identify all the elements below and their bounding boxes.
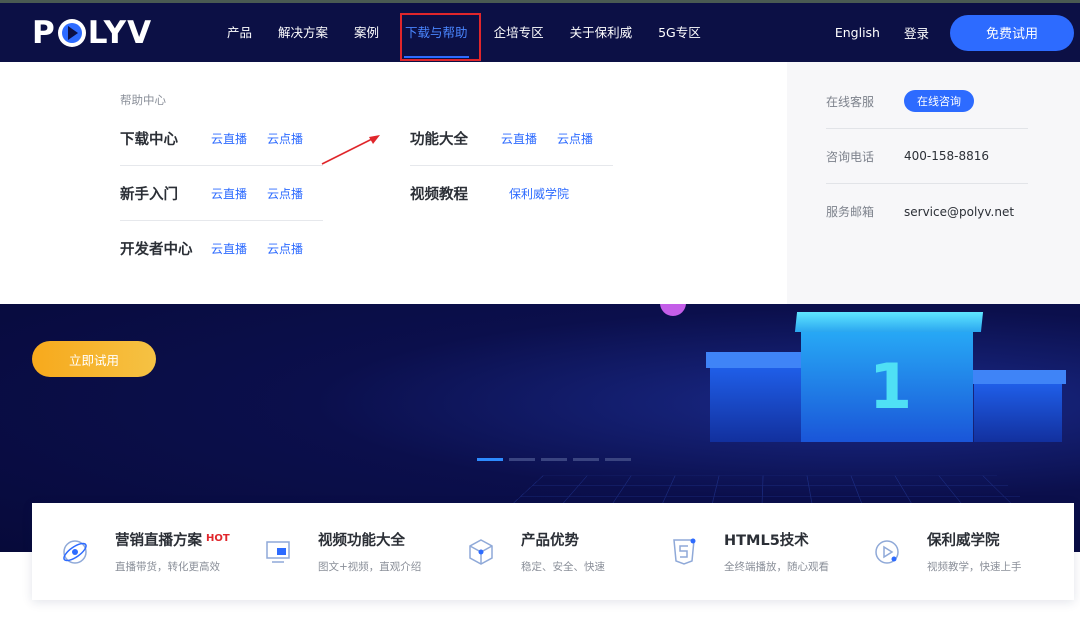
dropdown-row-developer-center: 开发者中心 云直播 云点播 — [120, 221, 323, 276]
dropdown-row-features: 功能大全 云直播 云点播 — [410, 111, 613, 166]
feature-desc: 直播带货，转化更高效 — [115, 561, 220, 573]
feature-title: 产品优势 — [521, 533, 579, 549]
logo-letter-p: P — [32, 15, 56, 51]
nav-item-products[interactable]: 产品 — [214, 3, 265, 62]
podium-center-top — [794, 312, 984, 332]
nav-item-enterprise-training[interactable]: 企培专区 — [481, 3, 557, 62]
html5-icon — [673, 538, 696, 565]
live-marketing-icon — [63, 539, 87, 564]
feature-title: 营销直播方案 — [115, 533, 202, 549]
carousel-dot[interactable] — [605, 458, 631, 461]
carousel-dot[interactable] — [541, 458, 567, 461]
cube-icon — [469, 538, 493, 565]
free-trial-button[interactable]: 免费试用 — [950, 14, 1074, 51]
logo-wordmark: P LYV — [32, 15, 152, 51]
monitor-icon — [266, 540, 290, 563]
nav-right-actions: English 登录 免费试用 — [835, 3, 1080, 62]
dropdown-link-cloud-vod[interactable]: 云点播 — [557, 130, 593, 147]
carousel-dot[interactable] — [477, 458, 503, 461]
carousel-dot[interactable] — [573, 458, 599, 461]
feature-desc: 视频教学，快速上手 — [927, 561, 1022, 573]
carousel-indicators — [477, 458, 637, 461]
dropdown-row-video-tutorials: 视频教程 保利威学院 — [410, 166, 613, 221]
dropdown-title[interactable]: 视频教程 — [410, 183, 509, 204]
feature-html5[interactable]: HTML5技术 全终端播放，随心观看 — [669, 503, 829, 600]
dropdown-heading: 帮助中心 — [120, 93, 166, 107]
annotation-arrow-icon — [321, 135, 380, 165]
logo-letters-lyv: LYV — [87, 15, 153, 51]
online-consult-button[interactable]: 在线咨询 — [904, 90, 974, 112]
language-switch[interactable]: English — [835, 25, 880, 40]
contact-label: 咨询电话 — [826, 149, 875, 164]
feature-video-functions[interactable]: 视频功能大全 图文+视频，直观介绍 — [263, 503, 421, 600]
contact-email-value: service@polyv.net — [904, 204, 1015, 219]
feature-product-advantages[interactable]: 产品优势 稳定、安全、快速 — [466, 503, 605, 600]
feature-title: HTML5技术 — [724, 533, 809, 549]
hot-badge: HOT — [206, 533, 230, 544]
podium-left-top — [706, 352, 802, 368]
dropdown-link-cloud-vod[interactable]: 云点播 — [267, 130, 303, 147]
play-circle-icon — [875, 539, 899, 564]
nav-item-5g[interactable]: 5G专区 — [645, 3, 714, 62]
help-dropdown-panel: 帮助中心 下载中心 云直播 云点播 新手入门 云直播 云点播 开发者中心 云直播… — [0, 62, 787, 304]
carousel-dot[interactable] — [509, 458, 535, 461]
dropdown-link-cloud-live[interactable]: 云直播 — [211, 240, 247, 257]
dropdown-link-cloud-live[interactable]: 云直播 — [211, 130, 247, 147]
logo-play-icon — [57, 19, 86, 47]
feature-polyv-academy[interactable]: 保利威学院 视频教学，快速上手 — [872, 503, 1022, 600]
feature-title: 视频功能大全 — [318, 533, 405, 549]
top-nav: P LYV 产品 解决方案 案例 下载与帮助 企培专区 关于保利威 5G专区 E… — [0, 3, 1080, 62]
polyv-logo[interactable]: P LYV — [32, 15, 152, 51]
dropdown-title[interactable]: 下载中心 — [120, 128, 211, 149]
feature-desc: 稳定、安全、快速 — [521, 561, 605, 573]
dropdown-link-cloud-vod[interactable]: 云点播 — [267, 185, 303, 202]
nav-item-solutions[interactable]: 解决方案 — [265, 3, 341, 62]
dropdown-link-cloud-live[interactable]: 云直播 — [501, 130, 537, 147]
dropdown-title[interactable]: 新手入门 — [120, 183, 211, 204]
contact-phone-value: 400-158-8816 — [904, 149, 990, 163]
dropdown-title[interactable]: 开发者中心 — [120, 238, 211, 259]
podium-numeral: 1 — [869, 350, 913, 423]
contact-row-email: 服务邮箱 service@polyv.net — [826, 184, 1028, 239]
login-link[interactable]: 登录 — [904, 23, 929, 42]
nav-item-about[interactable]: 关于保利威 — [557, 3, 646, 62]
hero-decorative-orb — [660, 304, 686, 316]
dropdown-row-download-center: 下载中心 云直播 云点播 — [120, 111, 323, 166]
podium-right — [974, 384, 1062, 442]
podium-left — [710, 368, 802, 442]
contact-label: 在线客服 — [826, 94, 875, 109]
feature-desc: 图文+视频，直观介绍 — [318, 561, 422, 573]
dropdown-row-getting-started: 新手入门 云直播 云点播 — [120, 166, 323, 221]
contact-row-phone: 咨询电话 400-158-8816 — [826, 129, 1028, 184]
annotation-highlight-box — [400, 13, 481, 61]
contact-label: 服务邮箱 — [826, 205, 875, 219]
feature-desc: 全终端播放，随心观看 — [724, 561, 829, 573]
dropdown-left-column: 下载中心 云直播 云点播 新手入门 云直播 云点播 开发者中心 云直播 云点播 — [120, 111, 323, 276]
dropdown-link-polyv-academy[interactable]: 保利威学院 — [509, 185, 569, 202]
podium-right-top — [972, 370, 1066, 384]
dropdown-title[interactable]: 功能大全 — [410, 128, 501, 149]
contact-row-online-service: 在线客服 在线咨询 — [826, 74, 1028, 129]
dropdown-right-column: 功能大全 云直播 云点播 视频教程 保利威学院 — [410, 111, 613, 221]
dropdown-link-cloud-live[interactable]: 云直播 — [211, 185, 247, 202]
nav-item-cases[interactable]: 案例 — [341, 3, 392, 62]
feature-strip: 营销直播方案 HOT 直播带货，转化更高效 视频功能大全 图文+视频，直观介绍 产… — [32, 503, 1074, 600]
feature-title: 保利威学院 — [927, 533, 1000, 549]
dropdown-link-cloud-vod[interactable]: 云点播 — [267, 240, 303, 257]
feature-live-marketing[interactable]: 营销直播方案 HOT 直播带货，转化更高效 — [60, 503, 230, 600]
contact-panel: 在线客服 在线咨询 咨询电话 400-158-8816 服务邮箱 service… — [787, 62, 1080, 304]
try-now-button[interactable]: 立即试用 — [32, 341, 156, 377]
